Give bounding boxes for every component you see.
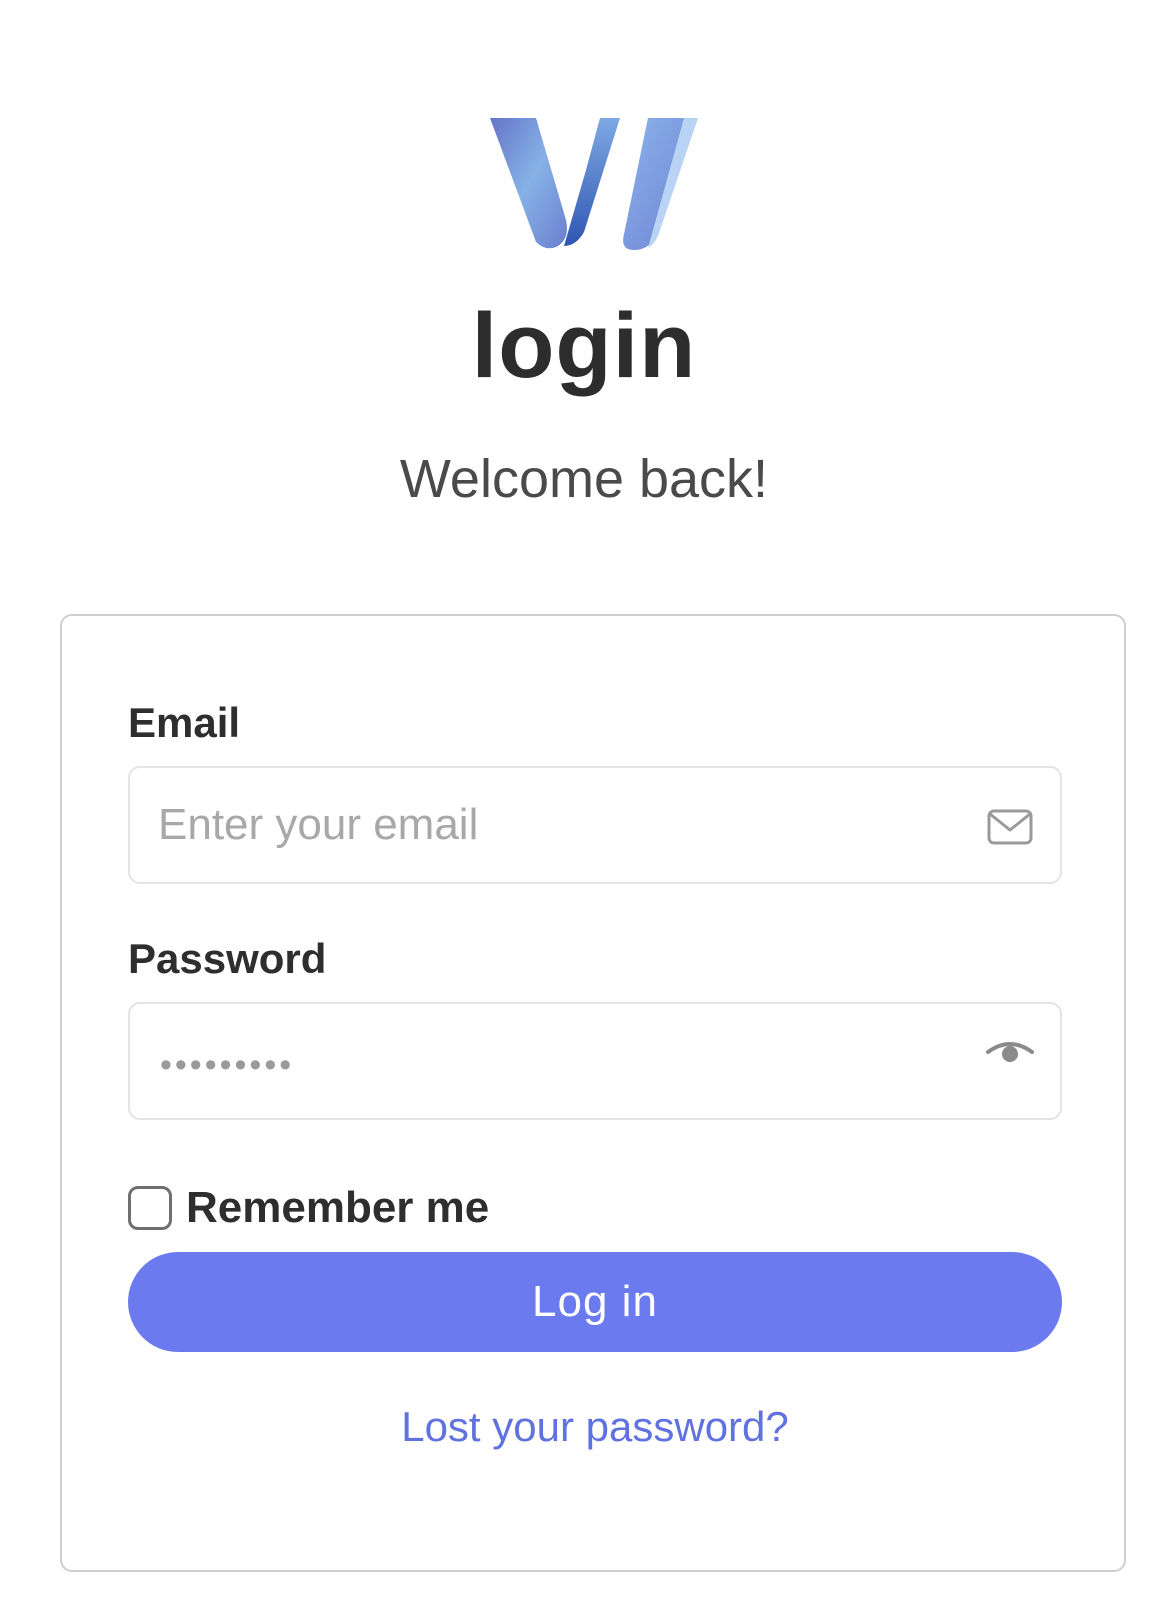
page-title: login (471, 295, 697, 397)
remember-me-label[interactable]: Remember me (186, 1186, 489, 1230)
password-label: Password (128, 935, 327, 982)
eye-icon[interactable] (986, 1034, 1034, 1072)
password-field[interactable]: ••••••••• (128, 1002, 1062, 1120)
email-input[interactable] (158, 768, 978, 882)
password-input[interactable]: ••••••••• (160, 1048, 294, 1082)
welcome-subtitle: Welcome back! (399, 449, 769, 509)
login-page: login Welcome back! Email Password •••••… (0, 0, 1168, 1604)
login-button[interactable]: Log in (128, 1252, 1062, 1352)
login-form-card: Email Password ••••••••• Remember m (60, 614, 1126, 1572)
remember-me-checkbox[interactable] (128, 1186, 172, 1230)
envelope-icon (986, 808, 1034, 846)
remember-me[interactable]: Remember me (128, 1184, 489, 1232)
email-field-box (128, 766, 1062, 884)
w-logo-icon (488, 110, 700, 254)
lost-password-link[interactable]: Lost your password? (62, 1406, 1128, 1448)
email-label: Email (128, 699, 241, 746)
